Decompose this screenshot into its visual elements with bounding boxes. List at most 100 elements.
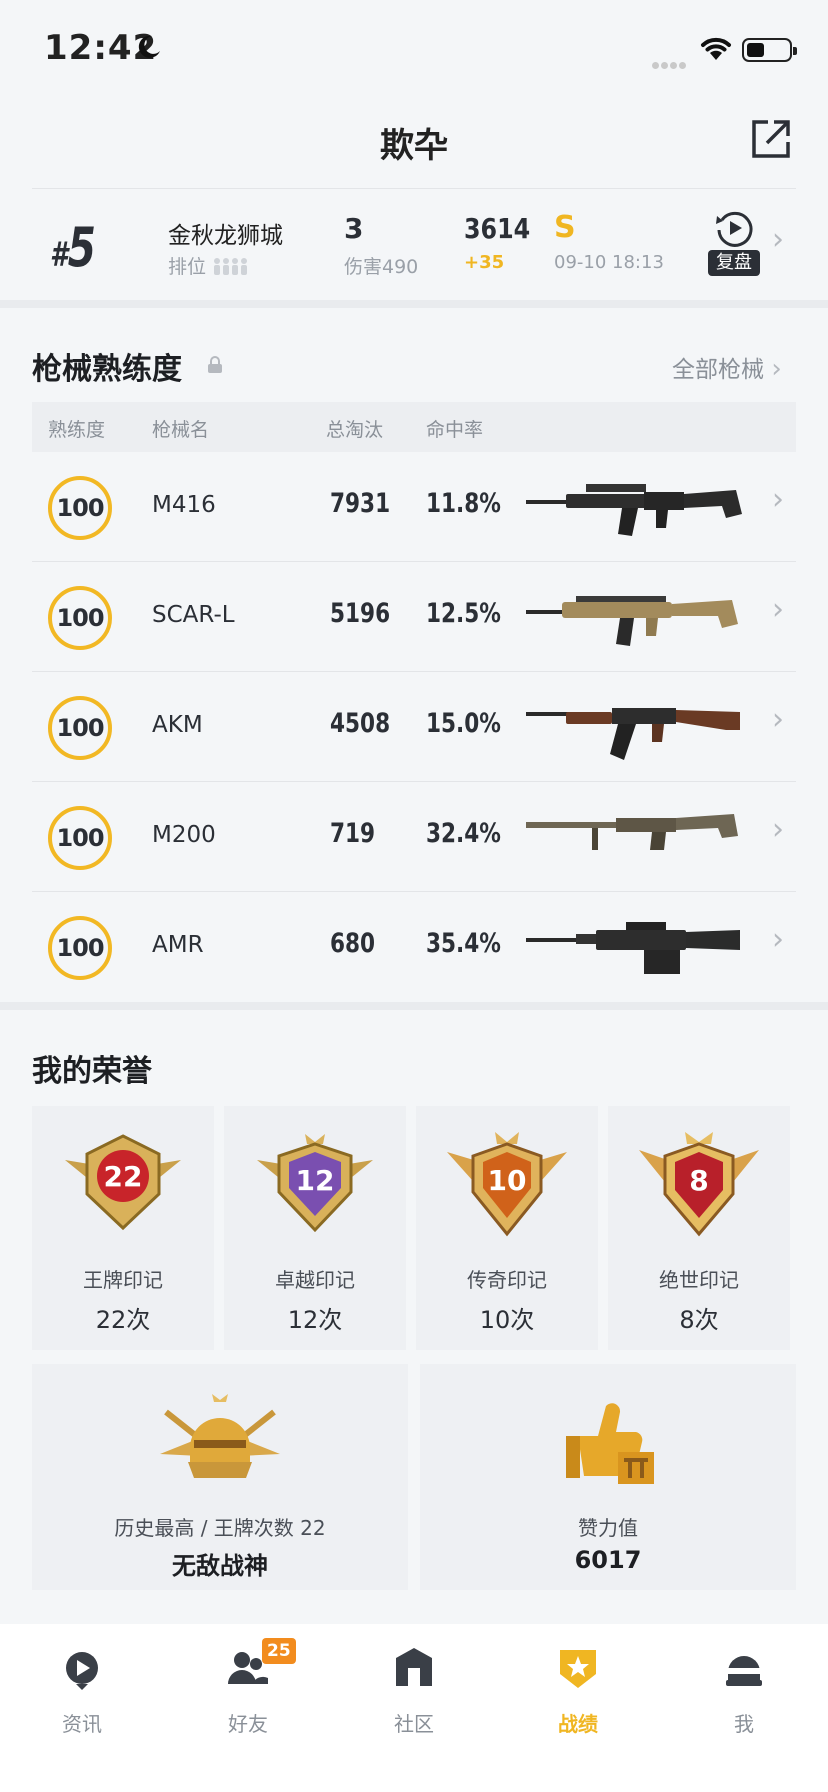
column-kills: 总淘汰 <box>326 419 384 441</box>
moon-icon <box>138 35 160 58</box>
replay-button[interactable]: 复盘 <box>708 208 760 280</box>
weapon-row[interactable]: 100 AKM 4508 15.0% › <box>32 672 796 782</box>
news-icon <box>66 1652 98 1690</box>
weapon-kills: 719 <box>330 818 376 849</box>
weapon-name: SCAR-L <box>152 602 235 628</box>
bottom-tab-bar: 资讯 25 好友 社区 战绩 我 <box>0 1624 828 1792</box>
weapons-table-header: 熟练度 枪械名 总淘汰 命中率 <box>32 402 796 452</box>
weapon-hit-rate: 15.0% <box>426 708 501 739</box>
weapons-section-title: 枪械熟练度 <box>32 352 182 387</box>
latest-match-row[interactable]: #5 金秋龙狮城 排位 3 伤害490 3614 +35 S 09-10 18:… <box>0 190 828 300</box>
badge-count: 10次 <box>479 1306 535 1334</box>
match-kills: 3 <box>344 212 364 245</box>
match-time: 09-10 18:13 <box>554 252 664 273</box>
badge-name: 绝世印记 <box>659 1268 739 1292</box>
header: 欺卆 <box>0 96 828 186</box>
highest-tier-card[interactable]: 历史最高 / 王牌次数 22 无敌战神 <box>32 1364 408 1590</box>
replay-icon <box>716 211 753 247</box>
proficiency-badge: 100 <box>48 806 112 870</box>
status-bar: 12:42 <box>0 0 828 96</box>
badge-number: 10 <box>488 1164 527 1197</box>
highest-tier-label: 历史最高 / 王牌次数 22 <box>114 1516 326 1540</box>
badge-number: 22 <box>104 1160 143 1193</box>
honor-card-excellent[interactable]: 12 卓越印记 12次 <box>224 1106 406 1350</box>
likes-label: 赞力值 <box>578 1516 638 1540</box>
weapon-name: AMR <box>152 932 204 958</box>
likes-value: 6017 <box>574 1546 642 1574</box>
weapon-kills: 7931 <box>330 488 391 519</box>
weapon-hit-rate: 35.4% <box>426 928 501 959</box>
peerless-badge-icon: 8 <box>639 1132 759 1237</box>
lock-icon[interactable] <box>206 356 224 374</box>
weapon-name: AKM <box>152 712 203 738</box>
weapon-hit-rate: 32.4% <box>426 818 501 849</box>
chevron-right-icon: › <box>772 922 784 957</box>
section-divider <box>0 300 828 308</box>
profile-icon <box>726 1656 762 1686</box>
chevron-right-icon: › <box>772 482 784 517</box>
squad-icon <box>214 258 248 275</box>
tab-label: 我 <box>734 1712 754 1736</box>
column-proficiency: 熟练度 <box>48 419 106 441</box>
badge-number: 12 <box>296 1164 335 1197</box>
proficiency-badge: 100 <box>48 696 112 760</box>
tab-community[interactable]: 社区 <box>354 1638 474 1748</box>
match-grade: S <box>554 210 576 245</box>
section-divider <box>0 1002 828 1010</box>
proficiency-badge: 100 <box>48 476 112 540</box>
tab-news[interactable]: 资讯 <box>22 1638 142 1748</box>
tab-label: 战绩 <box>558 1712 598 1736</box>
weapon-row[interactable]: 100 M416 7931 11.8% › <box>32 452 796 562</box>
badge-number: 8 <box>689 1164 708 1197</box>
tab-friends[interactable]: 25 好友 <box>188 1638 308 1748</box>
all-weapons-link[interactable]: 全部枪械 › <box>672 350 782 384</box>
friends-notification-badge: 25 <box>262 1638 296 1664</box>
highest-tier-value: 无敌战神 <box>172 1552 268 1580</box>
tab-label: 社区 <box>394 1712 434 1736</box>
page-title: 欺卆 <box>380 126 448 166</box>
weapon-kills: 680 <box>330 928 376 959</box>
sniper-rifle-icon <box>526 922 740 974</box>
match-score: 3614 <box>464 212 531 245</box>
column-weapon-name: 枪械名 <box>152 419 210 441</box>
honor-card-ace[interactable]: 22 王牌印记 22次 <box>32 1106 214 1350</box>
proficiency-badge: 100 <box>48 916 112 980</box>
honors-section-title: 我的荣誉 <box>32 1054 152 1089</box>
weapon-name: M200 <box>152 822 216 848</box>
badge-name: 王牌印记 <box>83 1268 163 1292</box>
chevron-right-icon: › <box>772 592 784 627</box>
tab-profile[interactable]: 我 <box>684 1638 804 1748</box>
column-hit-rate: 命中率 <box>426 419 484 441</box>
match-damage: 伤害490 <box>344 256 419 278</box>
ace-badge-icon: 22 <box>65 1134 181 1231</box>
match-mode: 排位 <box>168 252 250 279</box>
divider <box>32 188 796 189</box>
chevron-right-icon: › <box>772 812 784 847</box>
external-link-icon[interactable] <box>750 118 792 160</box>
weapon-hit-rate: 11.8% <box>426 488 501 519</box>
rifle-icon <box>526 596 738 646</box>
badge-name: 卓越印记 <box>275 1268 355 1292</box>
honor-card-peerless[interactable]: 8 绝世印记 8次 <box>608 1106 790 1350</box>
thumbs-up-icon <box>566 1403 654 1484</box>
weapon-kills: 4508 <box>330 708 391 739</box>
weapon-name: M416 <box>152 492 216 518</box>
badge-name: 传奇印记 <box>467 1268 547 1292</box>
weapon-row[interactable]: 100 M200 719 32.4% › <box>32 782 796 892</box>
excellent-badge-icon: 12 <box>257 1134 373 1233</box>
likes-card[interactable]: 赞力值 6017 <box>420 1364 796 1590</box>
sniper-rifle-icon <box>526 814 738 850</box>
match-rank: #5 <box>50 216 96 279</box>
legend-badge-icon: 10 <box>447 1132 567 1237</box>
tab-records[interactable]: 战绩 <box>518 1638 638 1748</box>
match-score-delta: +35 <box>464 252 505 273</box>
rifle-icon <box>526 484 742 536</box>
replay-label: 复盘 <box>708 250 760 276</box>
weapon-row[interactable]: 100 AMR 680 35.4% › <box>32 892 796 1002</box>
weapon-row[interactable]: 100 SCAR-L 5196 12.5% › <box>32 562 796 672</box>
badge-count: 22次 <box>95 1306 151 1334</box>
wifi-icon <box>701 37 731 60</box>
weapon-kills: 5196 <box>330 598 391 629</box>
helmet-emblem-icon <box>160 1394 280 1478</box>
honor-card-legend[interactable]: 10 传奇印记 10次 <box>416 1106 598 1350</box>
